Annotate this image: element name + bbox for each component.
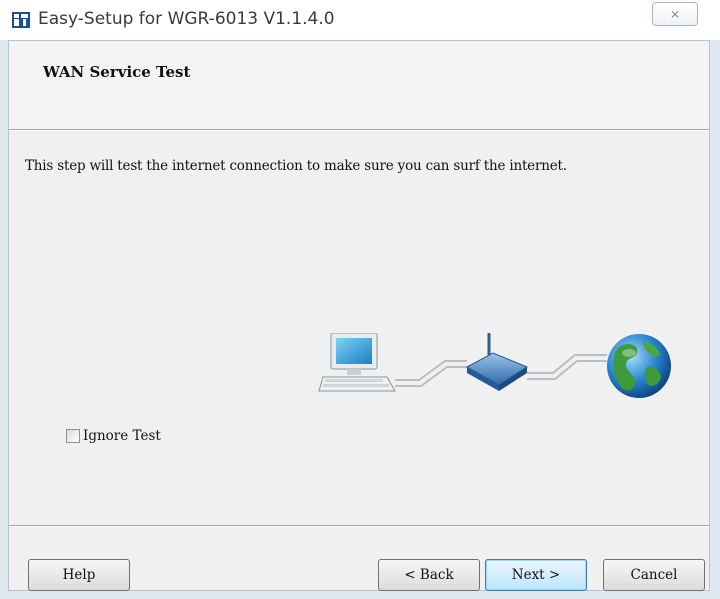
router-icon	[465, 333, 529, 391]
footer-divider	[9, 526, 709, 527]
cancel-button[interactable]: Cancel	[603, 559, 705, 591]
close-button[interactable]: ⨯	[652, 2, 698, 26]
wizard-body: This step will test the internet connect…	[9, 131, 709, 526]
app-icon	[12, 12, 30, 28]
title-bar: Easy-Setup for WGR-6013 V1.1.4.0 ⨯	[0, 0, 720, 40]
computer-icon	[318, 333, 396, 392]
cable-right	[527, 354, 607, 380]
globe-icon	[607, 334, 671, 398]
step-description: This step will test the internet connect…	[25, 158, 567, 174]
ignore-test-label[interactable]: Ignore Test	[83, 428, 161, 444]
close-icon: ⨯	[669, 7, 681, 21]
ignore-test-checkbox[interactable]	[66, 429, 80, 443]
next-button[interactable]: Next >	[485, 559, 587, 591]
window-title: Easy-Setup for WGR-6013 V1.1.4.0	[38, 9, 335, 29]
help-button[interactable]: Help	[28, 559, 130, 591]
setup-window: Easy-Setup for WGR-6013 V1.1.4.0 ⨯ WAN S…	[0, 0, 720, 599]
wizard-client-area: WAN Service Test This step will test the…	[8, 40, 710, 591]
cable-left	[395, 360, 467, 387]
wizard-header: WAN Service Test	[9, 41, 709, 130]
page-title: WAN Service Test	[43, 63, 191, 81]
back-button[interactable]: < Back	[378, 559, 480, 591]
connection-illustration	[318, 333, 671, 398]
